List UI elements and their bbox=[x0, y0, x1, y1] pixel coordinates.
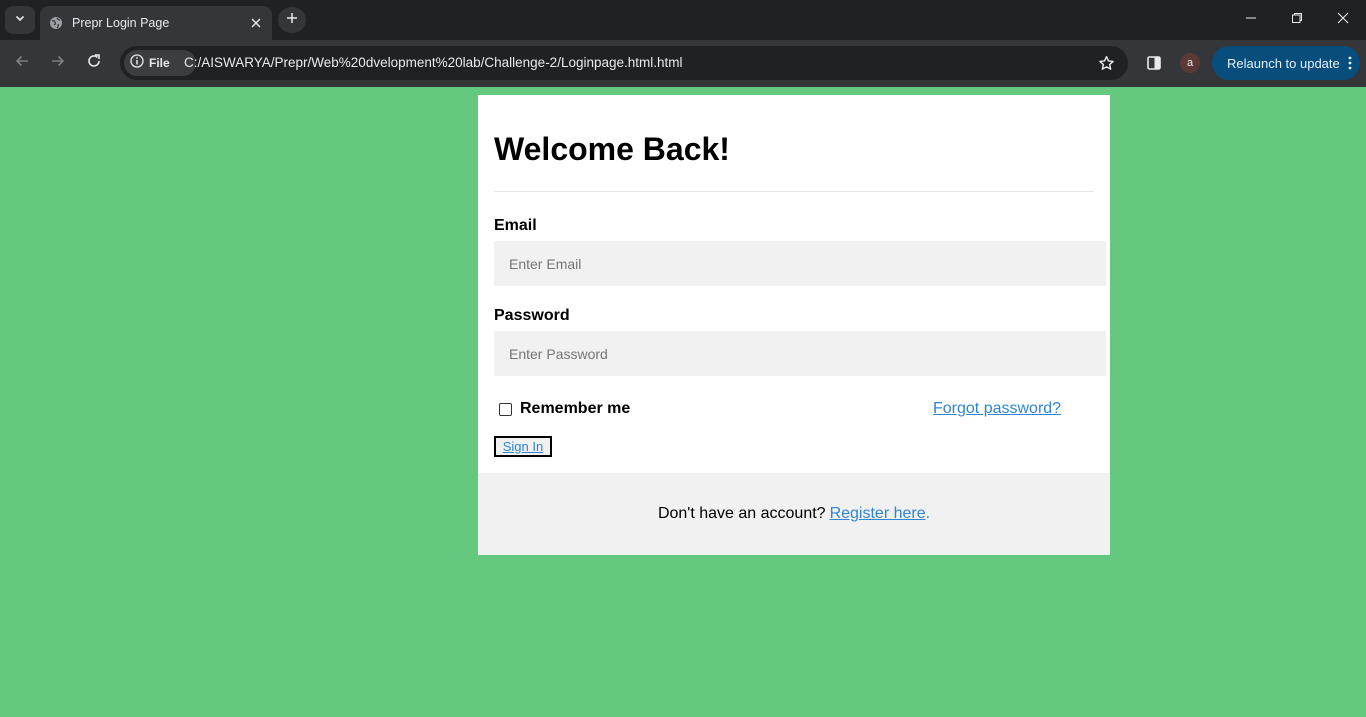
minimize-icon bbox=[1245, 11, 1257, 29]
minimize-button[interactable] bbox=[1228, 0, 1274, 40]
tab-active[interactable]: Prepr Login Page bbox=[40, 6, 272, 40]
side-panel-icon[interactable] bbox=[1142, 51, 1166, 75]
bookmark-star-icon[interactable] bbox=[1096, 53, 1116, 73]
new-tab-button[interactable] bbox=[278, 7, 306, 33]
register-link[interactable]: Register here bbox=[830, 505, 926, 523]
tab-title: Prepr Login Page bbox=[72, 16, 170, 30]
footer-text: Don't have an account? bbox=[657, 505, 826, 522]
info-icon bbox=[130, 53, 144, 73]
sign-in-button[interactable]: Sign In bbox=[494, 436, 552, 457]
profile-avatar[interactable]: a bbox=[1180, 53, 1200, 73]
browser-toolbar: File C:/AISWARYA/Prepr/Web%20dvelopment%… bbox=[0, 40, 1366, 87]
forgot-password-link[interactable]: Forgot password? bbox=[933, 400, 1061, 418]
more-vertical-icon[interactable] bbox=[1347, 56, 1353, 70]
reload-icon bbox=[86, 53, 102, 74]
restore-icon bbox=[1291, 11, 1303, 29]
close-tab-icon[interactable] bbox=[245, 12, 267, 34]
globe-icon bbox=[49, 16, 63, 30]
password-label: Password bbox=[494, 307, 570, 324]
site-info-label: File bbox=[149, 56, 170, 70]
back-button[interactable] bbox=[7, 48, 37, 78]
remember-me-label[interactable]: Remember me bbox=[520, 400, 630, 418]
chevron-down-icon bbox=[14, 11, 26, 29]
tab-search-button[interactable] bbox=[5, 6, 35, 34]
restore-button[interactable] bbox=[1274, 0, 1320, 40]
email-label: Email bbox=[494, 217, 537, 234]
login-card: Welcome Back! Email Password Remember me… bbox=[478, 95, 1110, 555]
reload-button[interactable] bbox=[79, 48, 109, 78]
url-text[interactable]: C:/AISWARYA/Prepr/Web%20dvelopment%20lab… bbox=[184, 55, 683, 70]
close-icon bbox=[1337, 11, 1349, 29]
relaunch-label: Relaunch to update bbox=[1227, 55, 1340, 71]
plus-icon bbox=[286, 11, 298, 29]
tab-strip: Prepr Login Page bbox=[0, 0, 1366, 40]
footer-period: . bbox=[925, 505, 931, 522]
email-field[interactable] bbox=[494, 241, 1106, 286]
forward-button[interactable] bbox=[43, 48, 73, 78]
arrow-right-icon bbox=[50, 53, 66, 74]
close-window-button[interactable] bbox=[1320, 0, 1366, 40]
page-title: Welcome Back! bbox=[494, 131, 730, 167]
arrow-left-icon bbox=[14, 53, 30, 74]
address-bar[interactable]: File C:/AISWARYA/Prepr/Web%20dvelopment%… bbox=[120, 46, 1128, 80]
password-field[interactable] bbox=[494, 331, 1106, 376]
register-footer: Don't have an account? Register here . bbox=[478, 473, 1110, 555]
relaunch-to-update-button[interactable]: Relaunch to update bbox=[1212, 46, 1360, 80]
remember-me-checkbox[interactable] bbox=[499, 402, 512, 416]
remember-me: Remember me bbox=[499, 400, 630, 418]
divider bbox=[494, 191, 1094, 192]
